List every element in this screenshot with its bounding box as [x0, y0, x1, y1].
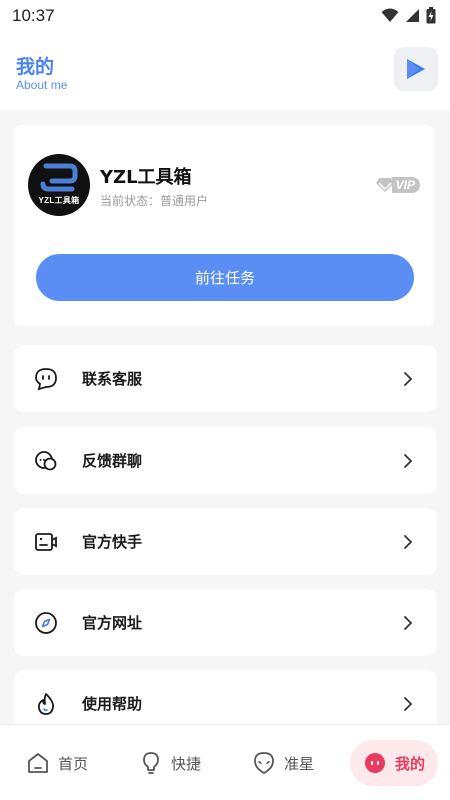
nav-item-mine[interactable]: 我的 [350, 740, 438, 786]
alien-icon [254, 752, 274, 774]
page-title: 我的 [16, 56, 55, 78]
avatar-label: YZL工具箱 [38, 196, 80, 205]
play-icon [407, 59, 425, 79]
wifi-icon [381, 8, 399, 22]
flame-icon [37, 693, 55, 715]
menu-item-official-kuaishou[interactable]: 官方快手 [14, 508, 437, 575]
menu-label: 联系客服 [82, 370, 143, 388]
status-time: 10:37 [12, 6, 55, 25]
chevron-right-icon [404, 535, 413, 549]
status-icons [381, 7, 436, 24]
compass-icon [35, 612, 57, 634]
menu-label: 官方快手 [82, 533, 143, 551]
signal-icon [406, 9, 419, 22]
home-icon [28, 753, 48, 773]
menu-label: 官方网址 [82, 614, 143, 632]
nav-label: 我的 [394, 754, 425, 773]
nav-label: 快捷 [171, 754, 202, 773]
group-chat-icon [35, 451, 57, 471]
nav-label: 准星 [284, 754, 315, 773]
vip-text: VIP [391, 177, 420, 193]
nav-item-shortcuts[interactable]: 快捷 [139, 725, 201, 800]
header: 我的 About me [0, 32, 450, 110]
play-store-button[interactable] [394, 47, 438, 91]
battery-charging-icon [426, 7, 436, 24]
menu-item-contact-support[interactable]: 联系客服 [14, 345, 437, 412]
chevron-right-icon [404, 616, 413, 630]
nav-label: 首页 [58, 754, 89, 773]
chevron-right-icon [404, 454, 413, 468]
chat-bubble-icon [35, 368, 57, 391]
menu-label: 使用帮助 [82, 695, 143, 713]
username: YZL工具箱 [100, 167, 192, 188]
status-bar: 10:37 [0, 0, 450, 32]
user-status: 当前状态：普通用户 [100, 194, 209, 208]
nav-item-crosshair[interactable]: 准星 [252, 725, 314, 800]
chevron-right-icon [404, 372, 413, 386]
vip-badge: VIP [375, 177, 420, 193]
app-logo-icon [40, 163, 78, 192]
bottom-nav: 首页 快捷 准星 我的 [0, 724, 450, 800]
video-camera-icon [35, 533, 57, 551]
go-to-task-button[interactable]: 前往任务 [36, 254, 414, 301]
profile-card: YZL工具箱 YZL工具箱 当前状态：普通用户 VIP 前往任务 [14, 125, 434, 326]
nav-item-home[interactable]: 首页 [26, 725, 88, 800]
lightbulb-icon [143, 752, 159, 774]
chevron-right-icon [404, 697, 413, 711]
page-subtitle: About me [16, 78, 68, 92]
menu-item-official-website[interactable]: 官方网址 [14, 589, 437, 656]
avatar[interactable]: YZL工具箱 [28, 154, 90, 216]
menu-label: 反馈群聊 [82, 452, 143, 470]
profile-face-icon [364, 753, 385, 773]
menu-item-feedback-group[interactable]: 反馈群聊 [14, 427, 437, 494]
